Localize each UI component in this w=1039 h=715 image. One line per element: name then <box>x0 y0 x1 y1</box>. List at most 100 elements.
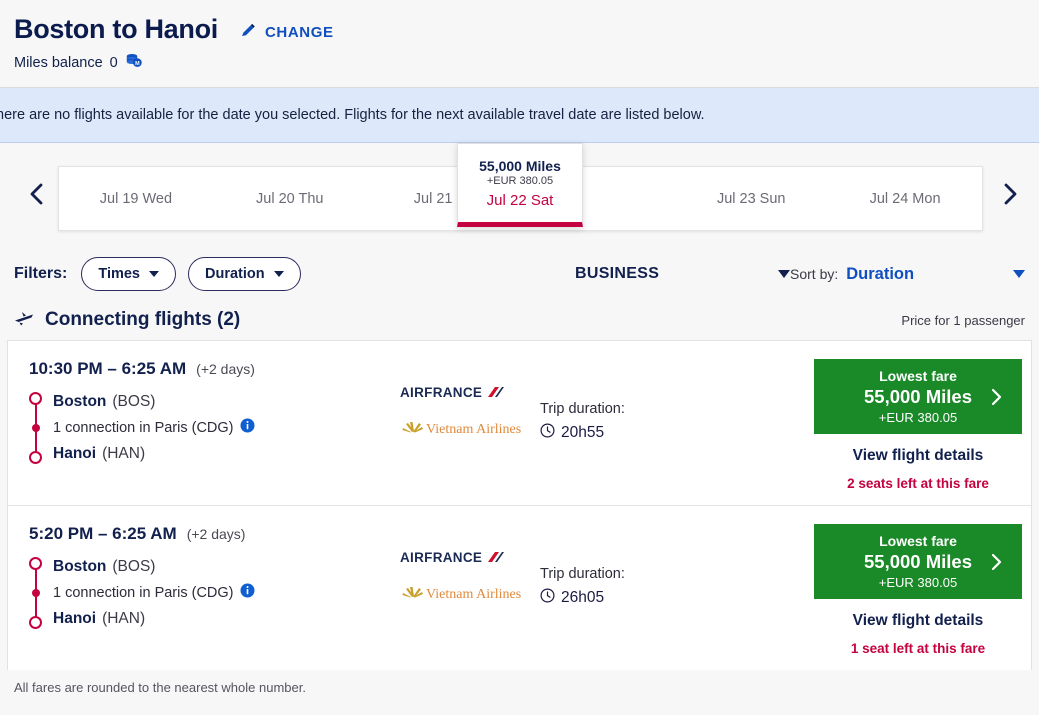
change-label: CHANGE <box>264 24 334 41</box>
flight-card[interactable]: 5:20 PM – 6:25 AM (+2 days) Boston (BOS)… <box>8 505 1031 670</box>
selected-date-tile[interactable]: 55,000 Miles +EUR 380.05 Jul 22 Sat <box>457 143 583 227</box>
route-destination: Hanoi (HAN) <box>53 441 400 467</box>
cabin-class-select[interactable]: BUSINESS <box>575 265 790 283</box>
filter-times-label: Times <box>98 266 140 282</box>
select-fare-button[interactable]: Lowest fare 55,000 Miles +EUR 380.05 <box>814 359 1022 434</box>
date-prev-arrow[interactable] <box>22 179 52 209</box>
flight-route-column: 10:30 PM – 6:25 AM (+2 days) Boston (BOS… <box>8 359 400 491</box>
chevron-down-icon[interactable] <box>1013 270 1025 278</box>
flight-results-list: 10:30 PM – 6:25 AM (+2 days) Boston (BOS… <box>7 340 1032 670</box>
flight-duration-column: Trip duration: 26h05 <box>540 524 700 656</box>
seats-left-badge: 1 seat left at this fare <box>850 641 986 656</box>
date-carousel: Jul 19 Wed Jul 20 Thu Jul 21 Fri Jul 22 … <box>0 143 1039 248</box>
connecting-flights-icon <box>14 309 35 332</box>
destination-code: (HAN) <box>102 610 146 627</box>
chevron-down-icon <box>273 271 284 277</box>
flight-fare-column: Lowest fare 55,000 Miles +EUR 380.05 Vie… <box>814 524 1022 656</box>
filter-duration-button[interactable]: Duration <box>188 257 301 291</box>
date-cell-1[interactable]: Jul 20 Thu <box>213 167 367 230</box>
info-icon[interactable] <box>240 418 255 438</box>
miles-coin-icon: M <box>125 52 143 73</box>
pencil-icon <box>240 22 257 44</box>
filter-duration-label: Duration <box>205 266 265 282</box>
vietnam-airlines-logo-icon: Vietnam Airlines <box>400 419 540 441</box>
miles-balance-value: 0 <box>109 54 118 71</box>
svg-text:M: M <box>135 61 140 67</box>
flight-days-offset: (+2 days) <box>196 361 255 377</box>
flight-times-row: 10:30 PM – 6:25 AM (+2 days) <box>29 359 400 379</box>
date-cell-0[interactable]: Jul 19 Wed <box>59 167 213 230</box>
svg-text:Vietnam Airlines: Vietnam Airlines <box>426 422 521 436</box>
date-cell-5[interactable]: Jul 24 Mon <box>828 167 982 230</box>
filter-times-button[interactable]: Times <box>81 257 176 291</box>
fare-lowest-label: Lowest fare <box>879 533 957 549</box>
trip-duration-label: Trip duration: <box>540 401 625 417</box>
flight-airlines-column: AIRFRANCE Vietnam Airlines <box>400 524 540 656</box>
route-origin-marker <box>29 557 42 570</box>
destination-code: (HAN) <box>102 445 146 462</box>
route-destination-marker <box>29 616 42 629</box>
trip-duration-row: 20h55 <box>540 423 700 443</box>
route-connection-dot <box>32 424 40 432</box>
fare-eur-value: +EUR 380.05 <box>878 410 958 425</box>
selected-date-label: Jul 22 Sat <box>486 191 554 209</box>
origin-code: (BOS) <box>112 558 156 575</box>
route-destination: Hanoi (HAN) <box>53 606 400 632</box>
cabin-class-value: BUSINESS <box>575 265 660 282</box>
select-fare-button[interactable]: Lowest fare 55,000 Miles +EUR 380.05 <box>814 524 1022 599</box>
flight-days-offset: (+2 days) <box>186 526 246 542</box>
svg-text:AIRFRANCE: AIRFRANCE <box>400 385 482 400</box>
date-cell-4[interactable]: Jul 23 Sun <box>674 167 828 230</box>
date-next-arrow[interactable] <box>995 179 1025 209</box>
price-passenger-note: Price for 1 passenger <box>901 312 1025 328</box>
flight-fare-column: Lowest fare 55,000 Miles +EUR 380.05 Vie… <box>814 359 1022 491</box>
trip-duration-value: 20h55 <box>561 424 605 441</box>
chevron-right-icon <box>990 553 1002 576</box>
view-flight-details-button[interactable]: View flight details <box>814 599 1022 641</box>
flight-route-timeline: Boston (BOS) 1 connection in Paris (CDG) <box>29 554 400 632</box>
connection-label: 1 connection in Paris (CDG) <box>53 420 234 436</box>
flight-airlines-column: AIRFRANCE Vietnam Airlines <box>400 359 540 491</box>
page-title: Boston to Hanoi <box>14 14 218 44</box>
change-route-button[interactable]: CHANGE <box>240 22 334 44</box>
selected-date-eur: +EUR 380.05 <box>486 174 554 187</box>
destination-city: Hanoi <box>53 610 97 627</box>
filters-row: Filters: Times Duration BUSINESS Sort by… <box>0 248 1039 300</box>
origin-city: Boston <box>53 393 107 410</box>
chevron-down-icon <box>149 271 159 277</box>
no-flights-banner: there are no flights available for the d… <box>0 88 1039 143</box>
sort-by-value[interactable]: Duration <box>846 265 914 284</box>
fare-footnote: All fares are rounded to the nearest who… <box>14 680 306 695</box>
filters-label: Filters: <box>14 265 68 282</box>
flight-card[interactable]: 10:30 PM – 6:25 AM (+2 days) Boston (BOS… <box>8 341 1031 505</box>
destination-city: Hanoi <box>53 445 97 462</box>
route-origin-marker <box>29 392 42 405</box>
svg-text:AIRFRANCE: AIRFRANCE <box>400 550 482 565</box>
banner-text: there are no flights available for the d… <box>0 107 705 123</box>
flight-route-column: 5:20 PM – 6:25 AM (+2 days) Boston (BOS)… <box>8 524 400 656</box>
fare-eur-value: +EUR 380.05 <box>878 575 958 590</box>
connection-label: 1 connection in Paris (CDG) <box>53 585 234 601</box>
clock-icon <box>540 588 555 608</box>
chevron-right-icon <box>990 388 1002 411</box>
chevron-down-icon <box>778 270 790 278</box>
svg-text:Vietnam Airlines: Vietnam Airlines <box>426 587 521 601</box>
fare-lowest-label: Lowest fare <box>879 368 957 384</box>
airfrance-logo-icon: AIRFRANCE <box>400 385 540 405</box>
route-destination-marker <box>29 451 42 464</box>
flight-route-timeline: Boston (BOS) 1 connection in Paris (CDG) <box>29 389 400 467</box>
route-connection: 1 connection in Paris (CDG) <box>53 580 400 606</box>
origin-city: Boston <box>53 558 107 575</box>
airfrance-logo-icon: AIRFRANCE <box>400 550 540 570</box>
info-icon[interactable] <box>240 583 255 603</box>
sort-by-label: Sort by: <box>790 266 839 282</box>
connecting-flights-header: Connecting flights (2) Price for 1 passe… <box>0 300 1039 340</box>
page-header: Boston to Hanoi CHANGE Miles balance 0 M <box>0 0 1039 88</box>
route-connection: 1 connection in Paris (CDG) <box>53 415 400 441</box>
section-title: Connecting flights (2) <box>45 309 241 330</box>
origin-code: (BOS) <box>112 393 156 410</box>
clock-icon <box>540 423 555 443</box>
flight-duration-column: Trip duration: 20h55 <box>540 359 700 491</box>
route-origin: Boston (BOS) <box>53 389 400 415</box>
view-flight-details-button[interactable]: View flight details <box>814 434 1022 476</box>
